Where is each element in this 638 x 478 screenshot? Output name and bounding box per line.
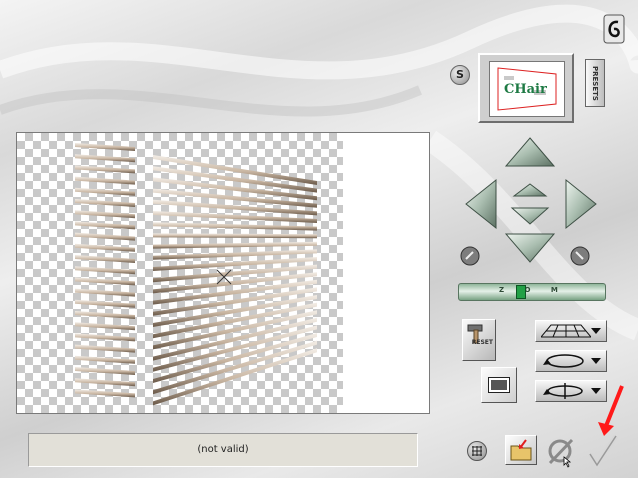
blind-slat bbox=[75, 232, 135, 241]
blind-slat bbox=[75, 187, 135, 196]
preset-thumb-text: CHair bbox=[504, 82, 547, 97]
zoom-slider-thumb[interactable] bbox=[516, 285, 526, 299]
blind-slat bbox=[75, 165, 135, 174]
blind-slat bbox=[75, 288, 135, 297]
blind-slat bbox=[75, 389, 135, 398]
chevron-down-icon bbox=[591, 388, 601, 394]
navigation-pad bbox=[460, 137, 597, 266]
folder-button[interactable] bbox=[505, 435, 537, 465]
circle-arrow-icon bbox=[543, 354, 584, 368]
move-forward-icon[interactable] bbox=[512, 183, 548, 197]
blind-slat bbox=[75, 367, 135, 375]
blind-slat bbox=[75, 299, 135, 308]
arrow-left-icon[interactable] bbox=[465, 178, 497, 230]
blind-slat bbox=[75, 333, 135, 342]
perspective-grid-icon bbox=[541, 324, 591, 338]
folder-icon bbox=[510, 439, 532, 461]
blinds-preview-image bbox=[75, 143, 317, 406]
reset-label: RESET bbox=[471, 339, 493, 346]
move-back-icon[interactable] bbox=[510, 207, 550, 225]
rotation-mode-dropdown[interactable] bbox=[535, 350, 607, 372]
background-toggle-button[interactable] bbox=[481, 367, 517, 403]
blind-slat bbox=[153, 249, 317, 260]
flip-mode-dropdown[interactable] bbox=[535, 380, 607, 402]
blind-slat bbox=[75, 176, 135, 185]
zoom-label: Z O M bbox=[499, 286, 567, 294]
swirl-logo-icon bbox=[603, 14, 625, 44]
preset-preview-button[interactable]: CHair bbox=[478, 53, 574, 123]
preview-canvas[interactable] bbox=[16, 132, 430, 414]
blind-slat bbox=[75, 355, 135, 364]
save-preset-button[interactable]: S bbox=[450, 65, 470, 85]
blind-slat bbox=[75, 277, 135, 286]
blind-slat bbox=[75, 378, 135, 387]
presets-button[interactable]: PRESETS bbox=[585, 59, 605, 107]
chevron-down-icon bbox=[591, 328, 601, 334]
blind-slat bbox=[75, 243, 135, 252]
blind-slat bbox=[75, 210, 135, 219]
perspective-mode-dropdown[interactable] bbox=[535, 320, 607, 342]
preset-thumbnail: CHair bbox=[489, 61, 565, 117]
status-bar: (not valid) bbox=[28, 433, 418, 467]
rotate-right-icon[interactable] bbox=[570, 246, 590, 266]
arrow-up-icon[interactable] bbox=[504, 137, 556, 167]
reset-button[interactable]: RESET bbox=[462, 319, 496, 361]
blind-slat bbox=[75, 344, 135, 353]
blind-slat bbox=[75, 143, 135, 151]
arrow-down-icon[interactable] bbox=[504, 233, 556, 263]
blind-slat bbox=[153, 241, 317, 249]
layer-icon bbox=[488, 377, 510, 393]
blind-slat bbox=[75, 154, 135, 163]
blind-slat bbox=[75, 266, 135, 275]
zoom-slider[interactable]: Z O M bbox=[458, 283, 606, 301]
blind-slat bbox=[75, 255, 135, 263]
blind-slat bbox=[75, 199, 135, 207]
arrow-right-icon[interactable] bbox=[565, 178, 597, 230]
blind-slat bbox=[153, 222, 317, 231]
blind-slat bbox=[153, 317, 317, 361]
blind-slat bbox=[75, 221, 135, 230]
blind-slat bbox=[75, 322, 135, 331]
rotate-left-icon[interactable] bbox=[460, 246, 480, 266]
blind-slat bbox=[153, 233, 317, 239]
grid-icon[interactable] bbox=[467, 441, 487, 461]
flip-rotate-icon bbox=[543, 383, 583, 399]
chevron-down-icon bbox=[591, 358, 601, 364]
checkmark-icon[interactable] bbox=[586, 432, 620, 470]
blind-slat bbox=[75, 311, 135, 319]
cancel-icon[interactable] bbox=[547, 438, 575, 468]
